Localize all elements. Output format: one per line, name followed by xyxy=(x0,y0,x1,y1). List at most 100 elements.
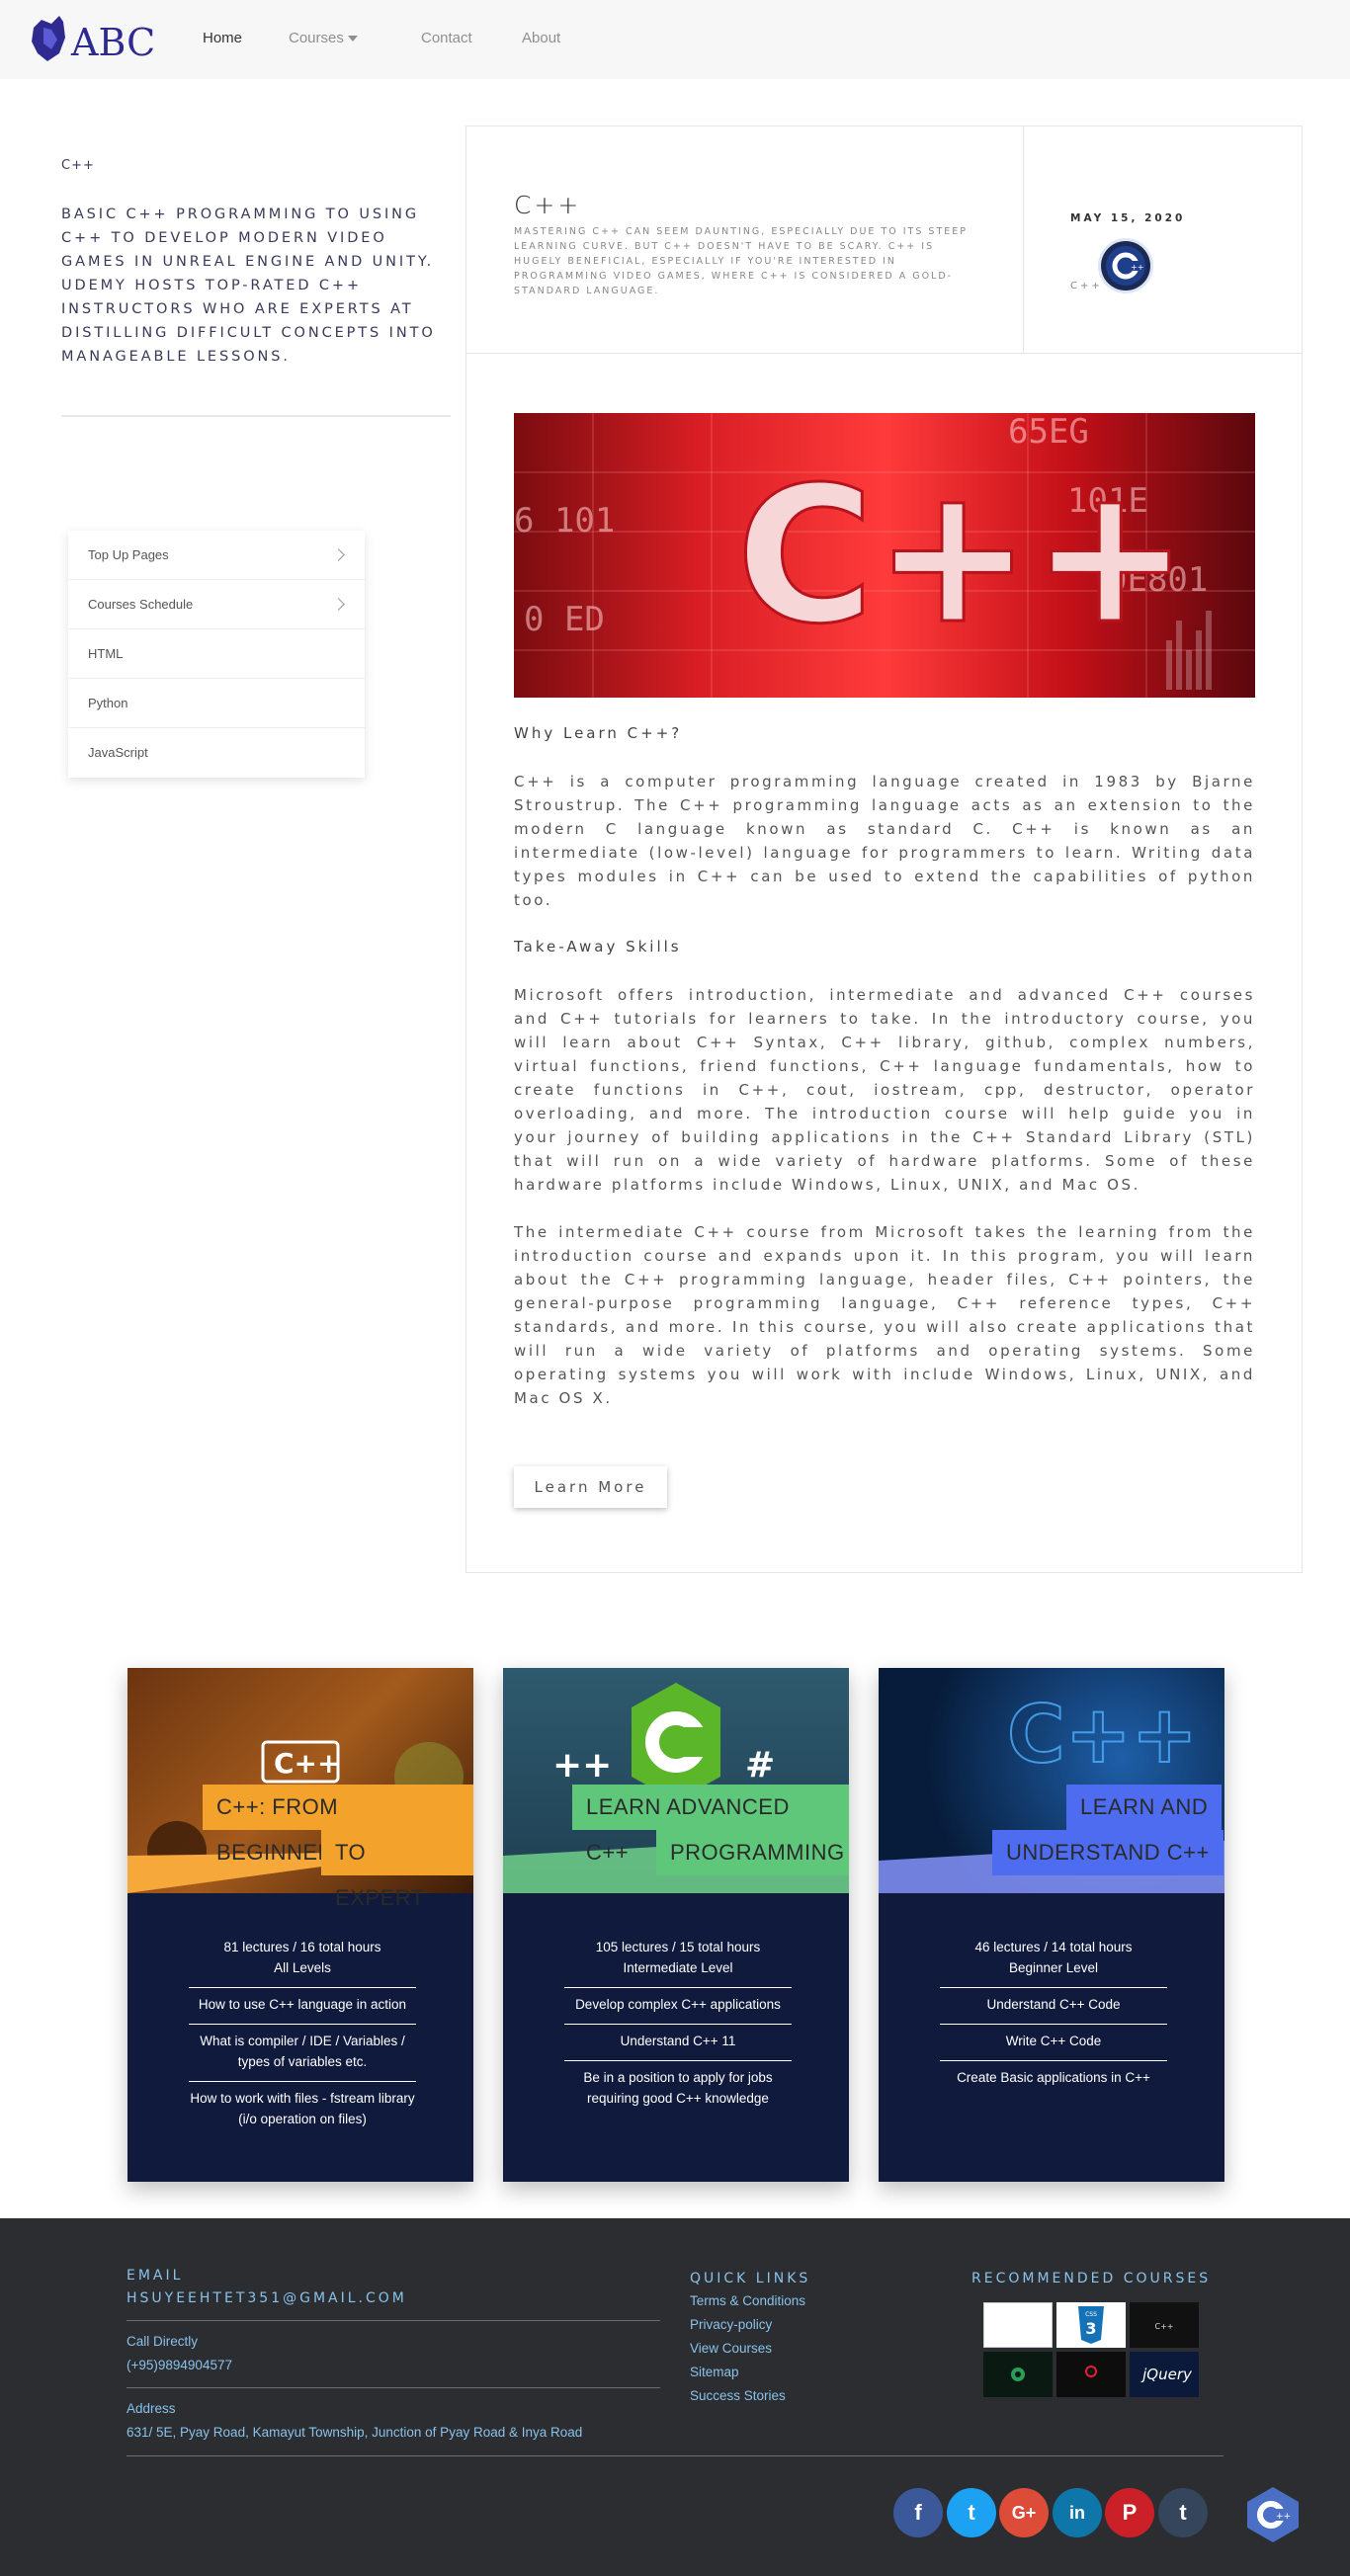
list-item: Understand C++ Code xyxy=(940,1988,1167,2025)
sidebar-item-label: Courses Schedule xyxy=(88,597,194,612)
quick-link-success-stories[interactable]: Success Stories xyxy=(690,2388,786,2403)
heading-why-learn: Why Learn C++? xyxy=(514,724,683,742)
caret-down-icon xyxy=(347,36,358,42)
course-stats: 46 lectures / 14 total hours xyxy=(974,1940,1133,1954)
course-card-title-line2: TO EXPERT xyxy=(321,1830,473,1910)
recommended-course-css[interactable]: CSS 3 xyxy=(1056,2302,1126,2348)
google-plus-icon[interactable]: G+ xyxy=(999,2488,1049,2537)
sidebar-item-javascript[interactable]: JavaScript xyxy=(68,728,365,778)
learn-more-button[interactable]: Learn More xyxy=(514,1466,667,1508)
email-label: EMAIL xyxy=(127,2268,184,2284)
svg-text:++: ++ xyxy=(1276,2512,1291,2522)
list-item: Understand C++ 11 xyxy=(564,2025,792,2061)
sidebar-divider xyxy=(61,415,451,417)
post-header-divider xyxy=(1023,126,1024,354)
post-category: C++ xyxy=(1070,281,1103,291)
facebook-icon[interactable]: f xyxy=(893,2488,943,2537)
quick-links-title: QUICK LINKS xyxy=(690,2271,811,2286)
quick-link-view-courses[interactable]: View Courses xyxy=(690,2341,772,2356)
course-card-title-line1: C++: FROM BEGINNER xyxy=(203,1785,473,1865)
svg-text:C++: C++ xyxy=(1007,1689,1198,1781)
sidebar-item-label: HTML xyxy=(88,646,124,661)
course-card-title-line2: UNDERSTAND C++ xyxy=(992,1830,1223,1875)
footer-divider xyxy=(127,2387,660,2388)
recommended-course-thumb[interactable] xyxy=(983,2302,1053,2348)
sidebar-item-top-up-pages[interactable]: Top Up Pages xyxy=(68,531,365,580)
course-card-details: 105 lectures / 15 total hours Intermediat… xyxy=(564,1937,792,2118)
nav-contact[interactable]: Contact xyxy=(421,30,472,46)
course-card-stats: 46 lectures / 14 total hours Beginner Lev… xyxy=(940,1937,1167,1988)
recommended-course-green[interactable] xyxy=(983,2352,1053,2397)
course-card-title-line1: LEARN ADVANCED C++ xyxy=(572,1785,849,1865)
chevron-right-icon xyxy=(332,598,345,611)
course-card-details: 81 lectures / 16 total hours All Levels H… xyxy=(189,1937,416,2138)
svg-text:C++: C++ xyxy=(1155,2322,1174,2331)
sidebar-menu: Top Up Pages Courses Schedule HTML Pytho… xyxy=(68,531,365,778)
list-item: Be in a position to apply for jobs requi… xyxy=(583,2070,773,2106)
sidebar-item-html[interactable]: HTML xyxy=(68,629,365,679)
svg-text:C++: C++ xyxy=(736,447,1189,665)
heading-take-away-skills: Take-Away Skills xyxy=(514,938,682,956)
course-card-stats: 105 lectures / 15 total hours Intermediat… xyxy=(564,1937,792,1988)
nav-courses-label: Courses xyxy=(289,30,344,46)
list-item: How to work with files - fstream library… xyxy=(190,2091,415,2126)
course-card-understand[interactable]: C++ LEARN AND UNDERSTAND C++ 46 lectures… xyxy=(879,1668,1224,2182)
course-stats: 105 lectures / 15 total hours xyxy=(595,1940,761,1954)
nav-about[interactable]: About xyxy=(522,30,560,46)
paragraph-intermediate: The intermediate C++ course from Microso… xyxy=(514,1223,1255,1407)
course-level: All Levels xyxy=(274,1960,331,1975)
recommended-course-cpp[interactable]: C++ xyxy=(1130,2302,1199,2348)
email-link[interactable]: HSUYEEHTET351@GMAIL.COM xyxy=(127,2290,407,2306)
course-card-beginner[interactable]: C++: FROM BEGINNER C++ C++: FROM BEGINNE… xyxy=(127,1668,473,2182)
post-title: C++ xyxy=(514,191,582,219)
sidebar-item-python[interactable]: Python xyxy=(68,679,365,728)
svg-text:0 ED: 0 ED xyxy=(524,600,605,639)
phone-link[interactable]: (+95)9894904577 xyxy=(127,2358,232,2372)
footer-divider xyxy=(127,2320,660,2321)
svg-text:#: # xyxy=(745,1745,775,1786)
address-label: Address xyxy=(127,2401,176,2416)
blog-post: C++ Mastering C++ can seem daunting, esp… xyxy=(465,125,1303,1573)
svg-text:++: ++ xyxy=(1131,263,1143,272)
paragraph-skills: Microsoft offers introduction, intermedi… xyxy=(514,986,1255,1194)
list-item: Create Basic applications in C++ xyxy=(957,2070,1150,2085)
cpp-logo-icon: ++ xyxy=(1101,241,1150,291)
linkedin-icon[interactable]: in xyxy=(1053,2488,1102,2537)
quick-link-privacy[interactable]: Privacy-policy xyxy=(690,2317,772,2332)
recommended-course-jquery[interactable]: jQuery xyxy=(1130,2352,1199,2397)
course-card-title-line1: LEARN AND xyxy=(1066,1785,1223,1830)
post-body: 6 101 0 ED 65EG 0E801 101E C++ Why Learn C++… xyxy=(514,413,1255,1508)
sidebar-item-courses-schedule[interactable]: Courses Schedule xyxy=(68,580,365,629)
pinterest-icon[interactable]: P xyxy=(1105,2488,1154,2537)
course-card-advanced[interactable]: ++ # LEARN ADVANCED C++ PROGRAMMING 105 … xyxy=(503,1668,849,2182)
list-item: Write C++ Code xyxy=(940,2025,1167,2061)
navbar: ABC Home Courses Contact About xyxy=(0,0,1350,79)
quick-link-sitemap[interactable]: Sitemap xyxy=(690,2365,739,2379)
sidebar-item-label: Python xyxy=(88,696,128,710)
paragraph-intro: C++ is a computer programming language c… xyxy=(514,773,1255,909)
sidebar-title: C++ xyxy=(61,158,95,173)
svg-text:CSS: CSS xyxy=(1085,2311,1097,2318)
tumblr-icon[interactable]: t xyxy=(1158,2488,1208,2537)
nav-courses[interactable]: Courses xyxy=(289,30,358,46)
svg-text:jQuery: jQuery xyxy=(1140,2366,1193,2383)
post-date: MAY 15, 2020 xyxy=(1070,212,1186,224)
course-level: Beginner Level xyxy=(1008,1960,1099,1975)
recommended-course-red[interactable] xyxy=(1056,2352,1126,2397)
footer-divider-full xyxy=(127,2455,1223,2456)
chevron-right-icon xyxy=(332,548,345,561)
brand-logo[interactable]: ABC xyxy=(30,10,168,69)
address-text: 631/ 5E, Pyay Road, Kamayut Township, Ju… xyxy=(127,2425,583,2440)
quick-link-terms[interactable]: Terms & Conditions xyxy=(690,2293,805,2308)
svg-text:++: ++ xyxy=(552,1745,612,1786)
nav-home[interactable]: Home xyxy=(203,30,242,46)
twitter-icon[interactable]: t xyxy=(947,2488,996,2537)
course-level: Intermediate Level xyxy=(623,1960,733,1975)
cpp-hero-image: 6 101 0 ED 65EG 0E801 101E C++ xyxy=(514,413,1255,698)
sidebar-description: Basic C++ programming to using C++ to de… xyxy=(61,207,436,365)
svg-text:3: 3 xyxy=(1085,2319,1096,2338)
svg-text:C++: C++ xyxy=(274,1747,340,1780)
svg-text:6 101: 6 101 xyxy=(514,501,615,540)
cpp-logo-icon[interactable]: ++ xyxy=(1243,2485,1303,2544)
post-header: C++ Mastering C++ can seem daunting, esp… xyxy=(466,126,1302,354)
